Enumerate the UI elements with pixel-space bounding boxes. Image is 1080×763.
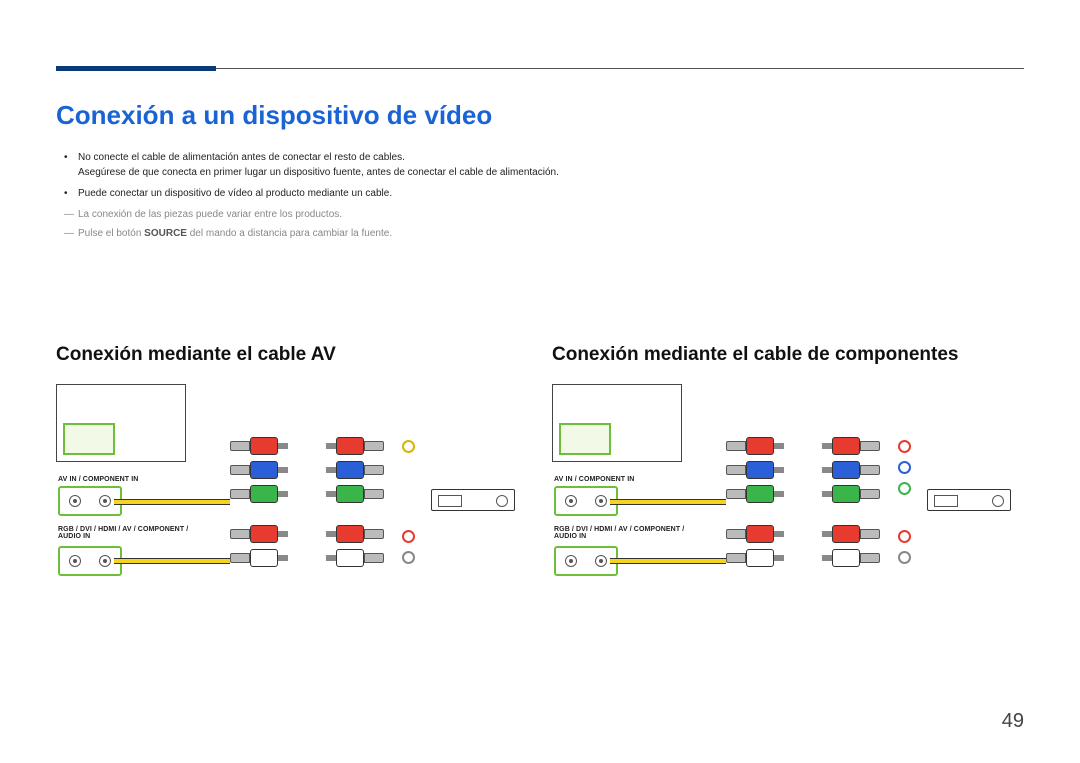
target-rings-upper	[402, 440, 415, 453]
port-label-audio-in: RGB / DVI / HDMI / AV / COMPONENT / AUDI…	[554, 526, 689, 540]
rca-plug-red	[726, 524, 784, 544]
jack-hole-icon	[69, 495, 81, 507]
bullet-text: Asegúrese de que conecta en primer lugar…	[78, 167, 559, 178]
ring-yellow-icon	[402, 440, 415, 453]
bullet-text: Puede conectar un dispositivo de vídeo a…	[78, 188, 392, 199]
cable-yellow	[114, 558, 230, 564]
rca-plug-blue	[230, 460, 288, 480]
rca-plug-green	[230, 484, 288, 504]
rca-plug-green	[726, 484, 784, 504]
footnote-dash-icon: ―	[64, 226, 74, 241]
intro-bullets: • No conecte el cable de alimentación an…	[56, 150, 576, 241]
cable-yellow	[610, 499, 726, 505]
plugs-upper-in	[726, 436, 784, 504]
ring-red-icon	[402, 530, 415, 543]
jack-hole-icon	[595, 555, 607, 567]
rca-plug-white	[230, 548, 288, 568]
header-rule-accent	[56, 66, 216, 71]
plugs-lower-out	[822, 524, 880, 568]
jack-hole-icon	[99, 495, 111, 507]
footnote-dash-icon: ―	[64, 207, 74, 222]
plugs-lower-in	[726, 524, 784, 568]
target-rings-lower	[402, 530, 415, 564]
port-label-av-in: AV IN / COMPONENT IN	[554, 476, 634, 483]
jack-hole-icon	[69, 555, 81, 567]
video-player-icon	[927, 489, 1011, 511]
rca-plug-red	[822, 524, 880, 544]
footnote: ― La conexión de las piezas puede variar…	[56, 207, 576, 222]
rca-plug-red	[822, 436, 880, 456]
target-rings-lower	[898, 530, 911, 564]
video-player-icon	[431, 489, 515, 511]
ring-red-icon	[898, 530, 911, 543]
rca-plug-blue	[822, 460, 880, 480]
ring-blue-icon	[898, 461, 911, 474]
ring-white-icon	[898, 551, 911, 564]
plugs-lower-in	[230, 524, 288, 568]
panel-thumbnail	[552, 384, 682, 462]
rca-plug-red	[726, 436, 784, 456]
footnote-text: La conexión de las piezas puede variar e…	[78, 209, 342, 220]
bullet-item: • Puede conectar un dispositivo de vídeo…	[56, 186, 576, 201]
port-av-in	[554, 486, 618, 516]
rca-plug-white	[326, 548, 384, 568]
bullet-dot-icon: •	[64, 150, 68, 165]
rca-plug-green	[326, 484, 384, 504]
cable-yellow	[114, 499, 230, 505]
bullet-item: • No conecte el cable de alimentación an…	[56, 150, 576, 180]
rca-plug-blue	[726, 460, 784, 480]
footnote: ― Pulse el botón SOURCE del mando a dist…	[56, 226, 576, 241]
port-av-in	[58, 486, 122, 516]
rca-plug-red	[326, 524, 384, 544]
footnote-text: Pulse el botón	[78, 228, 144, 239]
plugs-upper-out	[326, 436, 384, 504]
port-audio-in	[554, 546, 618, 576]
footnote-bold: SOURCE	[144, 228, 187, 239]
port-label-audio-in: RGB / DVI / HDMI / AV / COMPONENT / AUDI…	[58, 526, 193, 540]
plugs-lower-out	[326, 524, 384, 568]
jack-hole-icon	[565, 495, 577, 507]
page-title: Conexión a un dispositivo de vídeo	[56, 100, 492, 131]
plugs-upper-out	[822, 436, 880, 504]
diagram-component: AV IN / COMPONENT IN RGB / DVI / HDMI / …	[552, 384, 1032, 584]
port-audio-in	[58, 546, 122, 576]
bullet-dot-icon: •	[64, 186, 68, 201]
rca-plug-blue	[326, 460, 384, 480]
target-rings-upper	[898, 440, 911, 495]
jack-hole-icon	[595, 495, 607, 507]
panel-thumbnail	[56, 384, 186, 462]
port-label-av-in: AV IN / COMPONENT IN	[58, 476, 138, 483]
rca-plug-red	[230, 436, 288, 456]
rca-plug-red	[230, 524, 288, 544]
ring-white-icon	[402, 551, 415, 564]
rca-plug-white	[726, 548, 784, 568]
ring-red-icon	[898, 440, 911, 453]
subheading-component: Conexión mediante el cable de componente…	[552, 344, 959, 366]
footnote-text: del mando a distancia para cambiar la fu…	[187, 228, 392, 239]
diagram-av: AV IN / COMPONENT IN RGB / DVI / HDMI / …	[56, 384, 536, 584]
subheading-av: Conexión mediante el cable AV	[56, 344, 336, 366]
jack-hole-icon	[99, 555, 111, 567]
rca-plug-white	[822, 548, 880, 568]
page-number: 49	[1002, 710, 1024, 733]
bullet-text: No conecte el cable de alimentación ante…	[78, 152, 405, 163]
rca-plug-green	[822, 484, 880, 504]
jack-hole-icon	[565, 555, 577, 567]
ring-green-icon	[898, 482, 911, 495]
cable-yellow	[610, 558, 726, 564]
plugs-upper-in	[230, 436, 288, 504]
rca-plug-red	[326, 436, 384, 456]
